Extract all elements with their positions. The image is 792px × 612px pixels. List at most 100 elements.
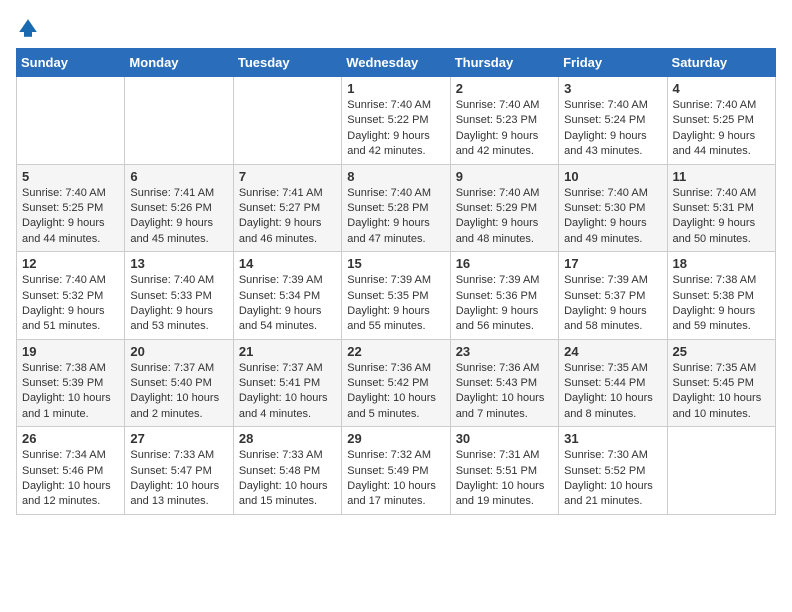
calendar-cell: 8Sunrise: 7:40 AM Sunset: 5:28 PM Daylig… [342, 164, 450, 252]
calendar-cell: 26 Sunrise: 7:34 AM Sunset: 5:46 PM Dayli… [17, 427, 125, 515]
day-number: 11 [673, 169, 770, 184]
weekday-header-monday: Monday [125, 49, 233, 77]
calendar-week-row: 12Sunrise: 7:40 AM Sunset: 5:32 PM Dayli… [17, 252, 776, 340]
day-info: Sunrise: 7:40 AM Sunset: 5:24 PM Dayligh… [564, 98, 661, 160]
calendar-cell: 15 Sunrise: 7:39 AM Sunset: 5:35 PM Dayli… [342, 252, 450, 340]
day-number: 18 [673, 256, 770, 271]
weekday-header-sunday: Sunday [17, 49, 125, 77]
calendar-cell: 11 Sunrise: 7:40 AM Sunset: 5:31 PM Dayli… [667, 164, 775, 252]
day-number: 29 [347, 431, 444, 446]
day-number: 20 [130, 344, 227, 359]
calendar-cell: 12Sunrise: 7:40 AM Sunset: 5:32 PM Dayli… [17, 252, 125, 340]
day-number: 2 [456, 81, 553, 96]
calendar-cell: 22 Sunrise: 7:36 AM Sunset: 5:42 PM Dayli… [342, 339, 450, 427]
day-number: 8 [347, 169, 444, 184]
day-info: Sunrise: 7:40 AM Sunset: 5:33 PM Dayligh… [130, 273, 227, 335]
calendar-cell: 7Sunrise: 7:41 AM Sunset: 5:27 PM Daylig… [233, 164, 341, 252]
calendar-cell: 21Sunrise: 7:37 AM Sunset: 5:41 PM Dayli… [233, 339, 341, 427]
day-number: 4 [673, 81, 770, 96]
calendar-cell: 14Sunrise: 7:39 AM Sunset: 5:34 PM Dayli… [233, 252, 341, 340]
calendar-cell: 16 Sunrise: 7:39 AM Sunset: 5:36 PM Dayli… [450, 252, 558, 340]
day-number: 17 [564, 256, 661, 271]
day-number: 31 [564, 431, 661, 446]
day-info: Sunrise: 7:33 AM Sunset: 5:47 PM Dayligh… [130, 448, 227, 510]
day-number: 16 [456, 256, 553, 271]
day-number: 24 [564, 344, 661, 359]
day-number: 27 [130, 431, 227, 446]
day-number: 3 [564, 81, 661, 96]
calendar-week-row: 5 Sunrise: 7:40 AM Sunset: 5:25 PM Daylig… [17, 164, 776, 252]
calendar: SundayMondayTuesdayWednesdayThursdayFrid… [16, 48, 776, 515]
day-info: Sunrise: 7:38 AM Sunset: 5:38 PM Dayligh… [673, 273, 770, 335]
calendar-cell [125, 77, 233, 165]
day-info: Sunrise: 7:39 AM Sunset: 5:37 PM Dayligh… [564, 273, 661, 335]
weekday-header-row: SundayMondayTuesdayWednesdayThursdayFrid… [17, 49, 776, 77]
weekday-header-saturday: Saturday [667, 49, 775, 77]
header [16, 16, 776, 40]
calendar-cell: 28 Sunrise: 7:33 AM Sunset: 5:48 PM Dayli… [233, 427, 341, 515]
day-info: Sunrise: 7:40 AM Sunset: 5:22 PM Dayligh… [347, 98, 444, 160]
calendar-week-row: 19 Sunrise: 7:38 AM Sunset: 5:39 PM Dayli… [17, 339, 776, 427]
day-info: Sunrise: 7:35 AM Sunset: 5:45 PM Dayligh… [673, 361, 770, 423]
calendar-week-row: 1 Sunrise: 7:40 AM Sunset: 5:22 PM Daylig… [17, 77, 776, 165]
day-info: Sunrise: 7:31 AM Sunset: 5:51 PM Dayligh… [456, 448, 553, 510]
day-info: Sunrise: 7:40 AM Sunset: 5:32 PM Dayligh… [22, 273, 119, 335]
day-number: 15 [347, 256, 444, 271]
logo [16, 16, 44, 40]
day-info: Sunrise: 7:40 AM Sunset: 5:29 PM Dayligh… [456, 186, 553, 248]
calendar-cell: 20 Sunrise: 7:37 AM Sunset: 5:40 PM Dayli… [125, 339, 233, 427]
calendar-cell [17, 77, 125, 165]
weekday-header-tuesday: Tuesday [233, 49, 341, 77]
calendar-cell: 17 Sunrise: 7:39 AM Sunset: 5:37 PM Dayli… [559, 252, 667, 340]
calendar-cell: 10 Sunrise: 7:40 AM Sunset: 5:30 PM Dayli… [559, 164, 667, 252]
day-info: Sunrise: 7:40 AM Sunset: 5:25 PM Dayligh… [673, 98, 770, 160]
day-number: 1 [347, 81, 444, 96]
day-info: Sunrise: 7:41 AM Sunset: 5:26 PM Dayligh… [130, 186, 227, 248]
calendar-cell [233, 77, 341, 165]
day-info: Sunrise: 7:35 AM Sunset: 5:44 PM Dayligh… [564, 361, 661, 423]
day-info: Sunrise: 7:32 AM Sunset: 5:49 PM Dayligh… [347, 448, 444, 510]
day-number: 19 [22, 344, 119, 359]
calendar-cell: 25Sunrise: 7:35 AM Sunset: 5:45 PM Dayli… [667, 339, 775, 427]
day-info: Sunrise: 7:39 AM Sunset: 5:35 PM Dayligh… [347, 273, 444, 335]
calendar-cell: 4 Sunrise: 7:40 AM Sunset: 5:25 PM Daylig… [667, 77, 775, 165]
calendar-cell: 3 Sunrise: 7:40 AM Sunset: 5:24 PM Daylig… [559, 77, 667, 165]
calendar-cell: 19 Sunrise: 7:38 AM Sunset: 5:39 PM Dayli… [17, 339, 125, 427]
weekday-header-friday: Friday [559, 49, 667, 77]
calendar-week-row: 26 Sunrise: 7:34 AM Sunset: 5:46 PM Dayli… [17, 427, 776, 515]
day-info: Sunrise: 7:33 AM Sunset: 5:48 PM Dayligh… [239, 448, 336, 510]
logo-icon [16, 16, 40, 40]
calendar-cell: 31Sunrise: 7:30 AM Sunset: 5:52 PM Dayli… [559, 427, 667, 515]
day-info: Sunrise: 7:40 AM Sunset: 5:30 PM Dayligh… [564, 186, 661, 248]
day-info: Sunrise: 7:36 AM Sunset: 5:43 PM Dayligh… [456, 361, 553, 423]
calendar-cell: 27 Sunrise: 7:33 AM Sunset: 5:47 PM Dayli… [125, 427, 233, 515]
day-info: Sunrise: 7:37 AM Sunset: 5:41 PM Dayligh… [239, 361, 336, 423]
calendar-cell: 6 Sunrise: 7:41 AM Sunset: 5:26 PM Daylig… [125, 164, 233, 252]
day-info: Sunrise: 7:40 AM Sunset: 5:23 PM Dayligh… [456, 98, 553, 160]
day-info: Sunrise: 7:36 AM Sunset: 5:42 PM Dayligh… [347, 361, 444, 423]
day-number: 6 [130, 169, 227, 184]
weekday-header-thursday: Thursday [450, 49, 558, 77]
day-info: Sunrise: 7:34 AM Sunset: 5:46 PM Dayligh… [22, 448, 119, 510]
calendar-cell: 30 Sunrise: 7:31 AM Sunset: 5:51 PM Dayli… [450, 427, 558, 515]
day-info: Sunrise: 7:39 AM Sunset: 5:34 PM Dayligh… [239, 273, 336, 335]
day-number: 30 [456, 431, 553, 446]
day-info: Sunrise: 7:40 AM Sunset: 5:31 PM Dayligh… [673, 186, 770, 248]
day-number: 13 [130, 256, 227, 271]
day-info: Sunrise: 7:37 AM Sunset: 5:40 PM Dayligh… [130, 361, 227, 423]
day-info: Sunrise: 7:41 AM Sunset: 5:27 PM Dayligh… [239, 186, 336, 248]
calendar-cell: 24 Sunrise: 7:35 AM Sunset: 5:44 PM Dayli… [559, 339, 667, 427]
day-number: 5 [22, 169, 119, 184]
calendar-cell: 1 Sunrise: 7:40 AM Sunset: 5:22 PM Daylig… [342, 77, 450, 165]
day-number: 26 [22, 431, 119, 446]
day-number: 22 [347, 344, 444, 359]
day-number: 28 [239, 431, 336, 446]
day-number: 23 [456, 344, 553, 359]
day-info: Sunrise: 7:38 AM Sunset: 5:39 PM Dayligh… [22, 361, 119, 423]
day-number: 10 [564, 169, 661, 184]
calendar-cell: 18 Sunrise: 7:38 AM Sunset: 5:38 PM Dayli… [667, 252, 775, 340]
day-info: Sunrise: 7:40 AM Sunset: 5:25 PM Dayligh… [22, 186, 119, 248]
day-number: 9 [456, 169, 553, 184]
day-info: Sunrise: 7:39 AM Sunset: 5:36 PM Dayligh… [456, 273, 553, 335]
calendar-cell [667, 427, 775, 515]
